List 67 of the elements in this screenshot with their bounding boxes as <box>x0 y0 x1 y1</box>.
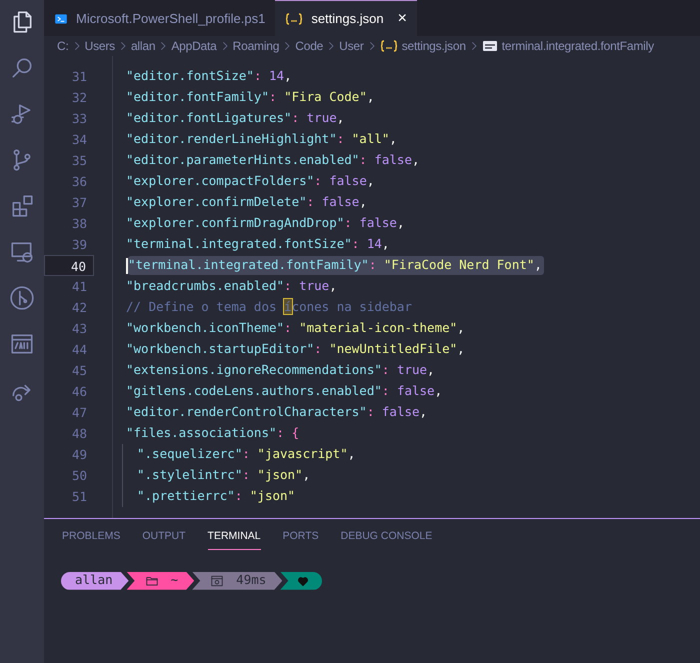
line-number: 49 <box>70 446 88 464</box>
code-line: "explorer.confirmDragAndDrop": false, <box>126 214 404 232</box>
line-number: 42 <box>70 299 88 317</box>
line-number: 51 <box>70 488 88 506</box>
code-line: "terminal.integrated.fontSize": 14, <box>126 235 390 254</box>
panel-tab[interactable]: DEBUG CONSOLE <box>340 529 432 550</box>
braces-icon <box>285 12 304 24</box>
code-line: "extensions.ignoreRecommendations": true, <box>126 361 435 380</box>
breadcrumb-item[interactable]: Roaming <box>232 37 280 55</box>
breadcrumb-item[interactable]: User <box>339 37 364 55</box>
line-number: 50 <box>70 467 88 485</box>
breadcrumb-item[interactable]: settings.json <box>402 37 466 55</box>
breadcrumb-item[interactable]: AppData <box>171 37 217 55</box>
panel-tab[interactable]: PORTS <box>282 529 319 550</box>
code-line: "editor.fontLigatures": true, <box>126 109 344 128</box>
breadcrumb-item[interactable]: Code <box>295 37 324 55</box>
string-icon <box>482 40 498 52</box>
text-cursor <box>126 258 128 274</box>
code-line: "editor.fontFamily": "Fira Code", <box>126 88 374 106</box>
code-line: "workbench.iconTheme": "material-icon-theme", <box>126 319 465 338</box>
code-line: ".sequelizerc": "javascript", <box>137 445 356 464</box>
braces-icon <box>380 40 398 52</box>
close-button[interactable]: × <box>398 10 407 26</box>
code-line: "editor.renderLineHighlight": "all", <box>126 130 397 148</box>
code-line: "editor.renderControlCharacters": false, <box>126 403 428 422</box>
code-line: ".prettierrc": "json" <box>137 487 296 506</box>
git-graph-icon[interactable] <box>9 285 35 311</box>
line-number: 35 <box>70 152 88 170</box>
code-line: "gitlens.codeLens.authors.enabled": false, <box>126 382 442 400</box>
code-line: "workbench.startupEditor": "newUntitledFile", <box>126 340 465 358</box>
code-line: "explorer.confirmDelete": false, <box>126 193 367 212</box>
prompt-text: 49ms <box>236 571 266 590</box>
code-line: "explorer.compactFolders": false, <box>126 172 374 190</box>
line-number: 36 <box>70 173 88 191</box>
breadcrumb-item[interactable]: allan <box>130 37 156 55</box>
editor-tab[interactable]: settings.json × <box>275 0 417 36</box>
panel-tab[interactable]: TERMINAL <box>208 529 261 550</box>
line-number: 47 <box>70 404 88 422</box>
prompt-text: ~ <box>170 571 178 590</box>
breadcrumb-item[interactable]: C: <box>57 37 69 55</box>
terminal-icon <box>54 12 68 26</box>
line-number: 32 <box>70 89 88 107</box>
line-number: 45 <box>70 362 88 380</box>
line-number: 31 <box>70 68 88 86</box>
panel-tab[interactable]: PROBLEMS <box>62 529 120 550</box>
breadcrumb-item[interactable]: terminal.integrated.fontFamily <box>502 37 654 55</box>
line-number: 38 <box>70 215 88 233</box>
line-number: 44 <box>70 341 88 359</box>
line-number: 46 <box>70 383 88 401</box>
line-number: 43 <box>70 320 88 338</box>
panel-tab[interactable]: OUTPUT <box>142 529 186 550</box>
line-number: 33 <box>70 110 88 128</box>
prompt-text: allan <box>75 571 113 590</box>
code-line: "breadcrumbs.enabled": true, <box>126 277 337 296</box>
code-line: // Define o tema dos ícones na sidebar <box>126 298 412 316</box>
line-number: 41 <box>70 278 88 296</box>
code-line: "editor.fontSize": 14, <box>126 67 292 86</box>
code-line: ".stylelintrc": "json", <box>137 466 310 484</box>
line-number: 48 <box>70 425 88 443</box>
stopwatch-icon <box>210 574 224 588</box>
code-line: "files.associations": { <box>126 424 300 442</box>
line-number: 39 <box>70 236 88 254</box>
line-number: 40 <box>44 255 94 276</box>
line-number: 34 <box>70 131 88 149</box>
breadcrumb-item[interactable]: Users <box>84 37 115 55</box>
line-number: 37 <box>70 194 88 212</box>
code-line: "editor.parameterHints.enabled": false, <box>126 151 420 170</box>
